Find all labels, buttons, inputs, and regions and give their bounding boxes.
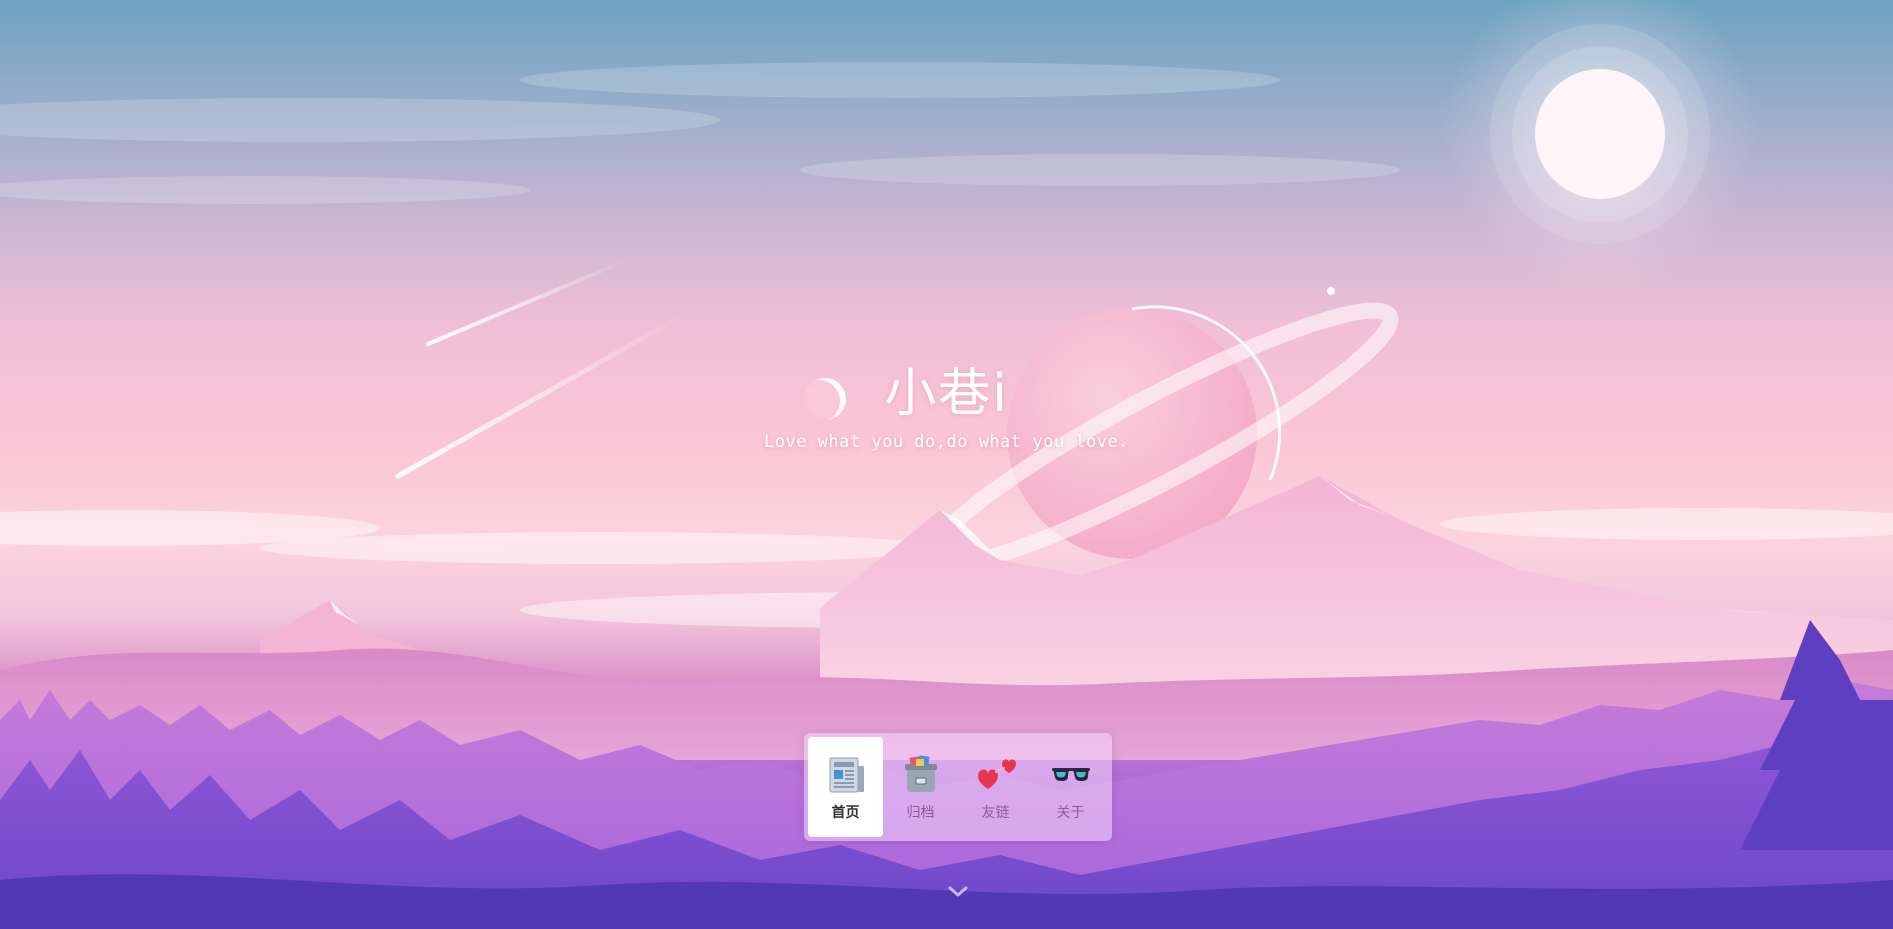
nav-item-archive[interactable]: 归档 bbox=[883, 737, 958, 837]
nav-item-links[interactable]: 友链 bbox=[958, 737, 1033, 837]
chevron-down-icon[interactable] bbox=[946, 884, 970, 900]
archive-box-icon bbox=[904, 755, 937, 792]
hero-text: 小巷i Love what you do,do what you love. bbox=[0, 360, 1893, 452]
site-title: 小巷i bbox=[884, 364, 1009, 424]
hero-banner: 小巷i Love what you do,do what you love. 首… bbox=[0, 0, 1893, 929]
moon-icon bbox=[804, 378, 847, 420]
title-row: 小巷i bbox=[804, 360, 1009, 428]
two-hearts-icon bbox=[977, 759, 1016, 789]
nav-label-home: 首页 bbox=[831, 805, 860, 821]
nav-label-archive: 归档 bbox=[906, 805, 935, 821]
nav-item-about[interactable]: 关于 bbox=[1033, 737, 1108, 837]
main-nav: 首页 归档 友链 关于 bbox=[804, 733, 1112, 841]
sunglasses-icon bbox=[1051, 768, 1090, 781]
nav-item-home[interactable]: 首页 bbox=[808, 737, 883, 837]
newspaper-icon bbox=[829, 757, 864, 793]
nav-label-links: 友链 bbox=[981, 805, 1010, 821]
site-subtitle: Love what you do,do what you love. bbox=[764, 432, 1129, 452]
nav-label-about: 关于 bbox=[1056, 805, 1085, 821]
